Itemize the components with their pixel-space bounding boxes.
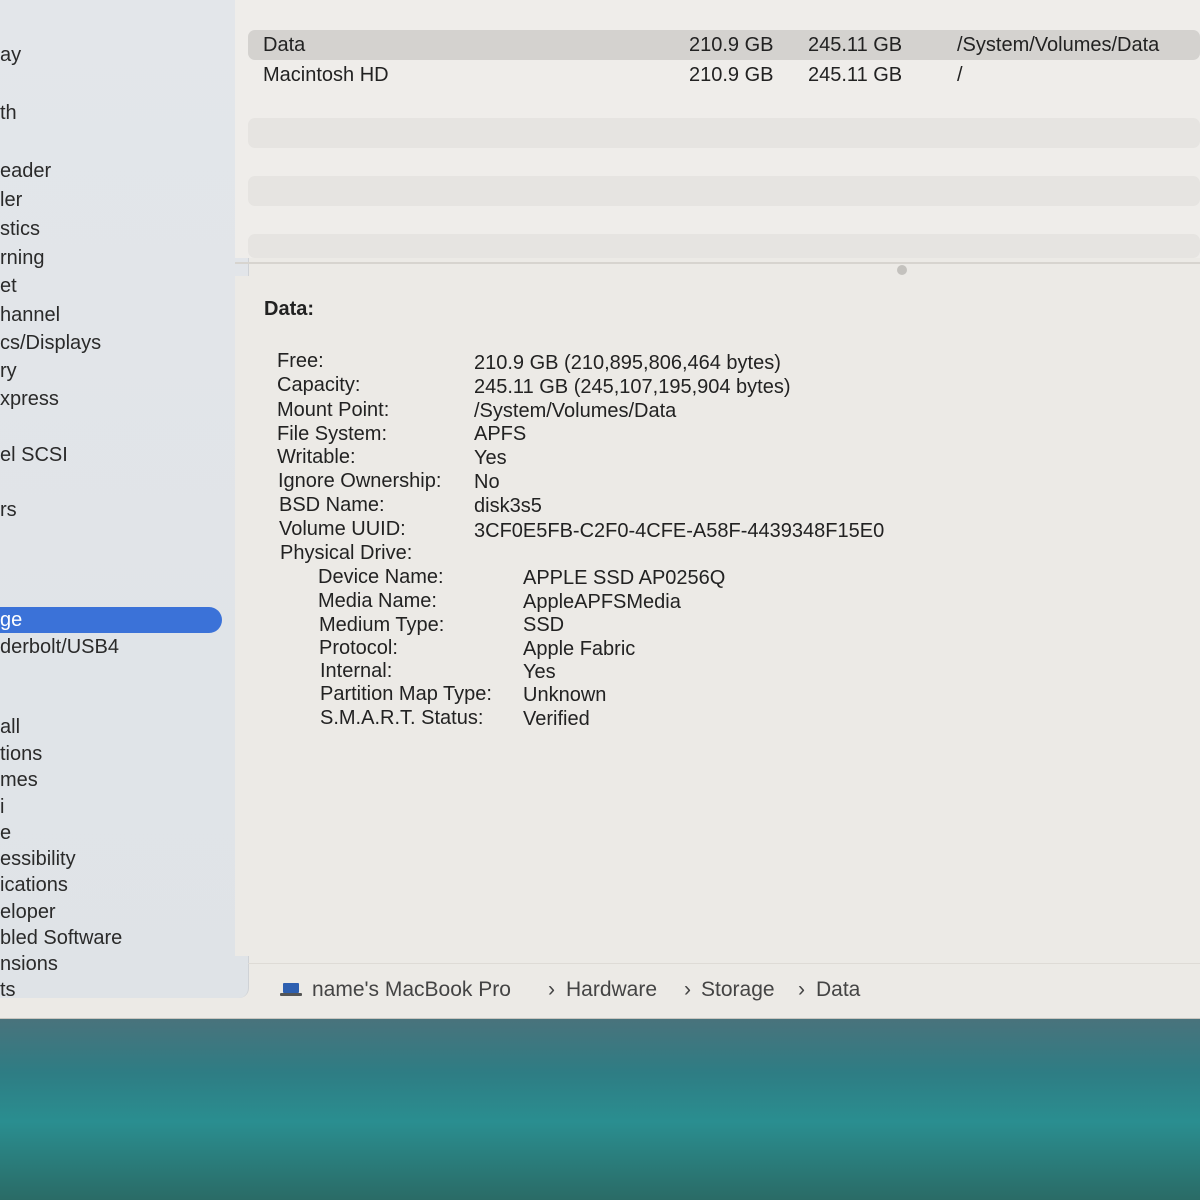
sidebar: ay th eader ler stics rning et hannel cs… xyxy=(0,0,249,1001)
sidebar-item[interactable]: th xyxy=(0,100,17,126)
sidebar-item[interactable]: mes xyxy=(0,767,38,793)
prop-label: Capacity: xyxy=(277,374,361,396)
sidebar-item[interactable]: rs xyxy=(0,497,17,523)
sidebar-item-storage[interactable]: ge xyxy=(0,607,222,633)
prop-label: File System: xyxy=(277,423,388,445)
sidebar-item[interactable]: hannel xyxy=(0,302,60,328)
drive-prop-label: Protocol: xyxy=(319,637,398,659)
prop-value: No xyxy=(474,471,500,493)
path-computer[interactable]: name's MacBook Pro xyxy=(312,978,511,1002)
prop-label: BSD Name: xyxy=(279,494,385,516)
volume-list: Data 210.9 GB 245.11 GB /System/Volumes/… xyxy=(235,0,1200,258)
drive-prop-value: SSD xyxy=(523,614,565,636)
sidebar-item[interactable]: ry xyxy=(0,358,17,384)
sidebar-item[interactable]: derbolt/USB4 xyxy=(0,634,119,660)
sidebar-item[interactable]: ay xyxy=(0,42,21,68)
sidebar-item[interactable]: nsions xyxy=(0,951,58,977)
path-separator: › xyxy=(684,978,691,1001)
sidebar-item[interactable]: tions xyxy=(0,741,42,767)
prop-label: Ignore Ownership: xyxy=(278,470,442,492)
detail-pane: Data: Free: 210.9 GB (210,895,806,464 by… xyxy=(235,276,1200,956)
empty-row xyxy=(248,176,1200,206)
path-bar: name's MacBook Pro › Hardware › Storage … xyxy=(248,963,1200,1004)
drive-prop-value: Verified xyxy=(523,708,590,730)
drive-prop-value: Unknown xyxy=(523,684,607,706)
drive-prop-label: Internal: xyxy=(320,660,393,682)
drive-prop-label: S.M.A.R.T. Status: xyxy=(320,707,484,729)
content-pane: Data 210.9 GB 245.11 GB /System/Volumes/… xyxy=(235,0,1200,1018)
sidebar-item[interactable]: e xyxy=(0,820,11,846)
prop-label: Volume UUID: xyxy=(279,518,406,540)
prop-value: /System/Volumes/Data xyxy=(474,400,677,422)
sidebar-item[interactable]: essibility xyxy=(0,846,76,872)
volume-free: 210.9 GB xyxy=(689,64,774,86)
sidebar-item[interactable]: el SCSI xyxy=(0,442,68,468)
path-data[interactable]: Data xyxy=(816,978,860,1002)
sidebar-item[interactable]: eloper xyxy=(0,899,56,925)
split-handle[interactable] xyxy=(897,265,907,275)
prop-value: 210.9 GB (210,895,806,464 bytes) xyxy=(474,352,781,374)
drive-prop-value: Yes xyxy=(523,661,556,683)
prop-value: disk3s5 xyxy=(474,495,542,517)
volume-mount: /System/Volumes/Data xyxy=(957,34,1160,56)
sidebar-item[interactable]: cs/Displays xyxy=(0,330,101,356)
system-information-window: ay th eader ler stics rning et hannel cs… xyxy=(0,0,1200,1019)
sidebar-item[interactable]: rning xyxy=(0,245,44,271)
volume-row-data[interactable]: Data 210.9 GB 245.11 GB /System/Volumes/… xyxy=(248,30,1200,60)
sidebar-item[interactable]: et xyxy=(0,273,17,299)
volume-free: 210.9 GB xyxy=(689,34,774,56)
split-divider[interactable] xyxy=(235,262,1200,264)
sidebar-item[interactable]: eader xyxy=(0,158,51,184)
sidebar-item[interactable]: ications xyxy=(0,872,68,898)
prop-label: Physical Drive: xyxy=(280,542,413,564)
volume-capacity: 245.11 GB xyxy=(808,64,903,86)
drive-prop-label: Partition Map Type: xyxy=(320,683,492,705)
drive-prop-value: AppleAPFSMedia xyxy=(523,591,681,613)
volume-name: Macintosh HD xyxy=(263,64,389,86)
path-storage[interactable]: Storage xyxy=(701,978,775,1002)
prop-value: 3CF0E5FB-C2F0-4CFE-A58F-4439348F15E0 xyxy=(474,520,885,542)
drive-prop-value: Apple Fabric xyxy=(523,638,636,660)
sidebar-item[interactable]: all xyxy=(0,714,20,740)
prop-label: Free: xyxy=(277,350,324,372)
detail-title: Data: xyxy=(264,298,315,320)
prop-label: Mount Point: xyxy=(277,399,390,421)
prop-label: Writable: xyxy=(277,446,356,468)
sidebar-item[interactable]: ler xyxy=(0,187,22,213)
drive-prop-label: Medium Type: xyxy=(319,614,445,636)
desktop-wallpaper xyxy=(0,1005,1200,1200)
sidebar-item[interactable]: bled Software xyxy=(0,925,122,951)
volume-row-macintosh-hd[interactable]: Macintosh HD 210.9 GB 245.11 GB / xyxy=(248,60,1200,90)
path-separator: › xyxy=(548,978,555,1001)
drive-prop-label: Media Name: xyxy=(318,590,437,612)
prop-value: Yes xyxy=(474,447,507,469)
sidebar-item[interactable]: i xyxy=(0,794,4,820)
path-hardware[interactable]: Hardware xyxy=(566,978,657,1002)
sidebar-item[interactable]: stics xyxy=(0,216,40,242)
path-separator: › xyxy=(798,978,805,1001)
sidebar-item[interactable]: ts xyxy=(0,977,16,1003)
drive-prop-label: Device Name: xyxy=(318,566,444,588)
empty-row xyxy=(248,234,1200,258)
sidebar-item[interactable]: xpress xyxy=(0,386,59,412)
prop-value: 245.11 GB (245,107,195,904 bytes) xyxy=(474,376,791,398)
drive-prop-value: APPLE SSD AP0256Q xyxy=(523,567,726,589)
volume-capacity: 245.11 GB xyxy=(808,34,903,56)
prop-value: APFS xyxy=(474,423,527,445)
volume-mount: / xyxy=(957,64,963,86)
empty-row xyxy=(248,118,1200,148)
laptop-icon xyxy=(280,983,302,996)
volume-name: Data xyxy=(263,34,306,56)
